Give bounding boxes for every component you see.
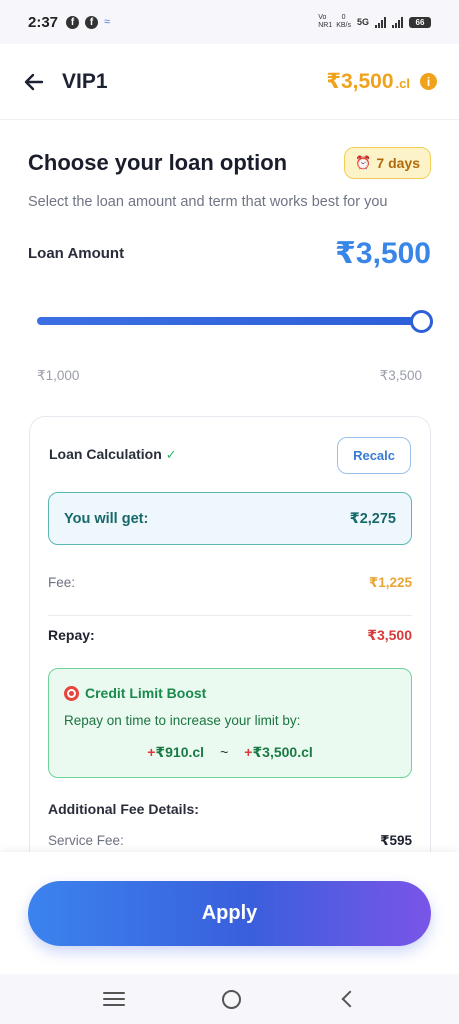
boost-range: +₹910.cl ~ +₹3,500.cl — [64, 744, 396, 761]
info-icon[interactable]: i — [420, 73, 437, 90]
data-rate-value: 0 — [341, 14, 346, 21]
balance-unit: .cl — [395, 76, 410, 91]
volte-label: Vo NR1 — [318, 14, 333, 29]
facebook-icon: f — [85, 15, 99, 29]
range-separator: ~ — [220, 744, 229, 760]
status-bar: 2:37 f f ≈ Vo NR1 0 KB/s 5G 66 — [0, 0, 459, 44]
system-nav-bar — [0, 974, 459, 1024]
page-title: VIP1 — [62, 69, 108, 93]
fee-value: ₹1,225 — [368, 575, 412, 590]
home-icon[interactable] — [221, 989, 241, 1009]
apply-button[interactable]: Apply — [28, 881, 431, 946]
message-icon: ≈ — [104, 16, 111, 28]
data-rate-unit: KB/s — [336, 22, 351, 29]
bottom-action-bar: Apply — [0, 852, 459, 974]
slider-max-label: ₹3,500 — [379, 368, 422, 383]
loan-calculation-card: Loan Calculation ✓ Recalc You will get: ₹… — [29, 416, 431, 852]
boost-text: Repay on time to increase your limit by: — [64, 713, 301, 728]
slider-track[interactable] — [37, 317, 421, 325]
loan-amount-row: Loan Amount ₹3,500 — [28, 236, 431, 271]
recent-apps-icon[interactable] — [103, 992, 126, 1006]
boost-title: Credit Limit Boost — [85, 685, 207, 701]
status-time: 2:37 — [28, 13, 59, 31]
service-fee-label: Service Fee: — [48, 833, 124, 848]
signal-icon — [392, 16, 403, 28]
back-arrow-icon[interactable] — [22, 70, 46, 94]
loan-amount-slider[interactable] — [37, 310, 433, 333]
repay-value: ₹3,500 — [367, 627, 412, 643]
loan-subtitle: Select the loan amount and term that wor… — [28, 194, 388, 210]
additional-fee-title: Additional Fee Details: — [48, 801, 199, 817]
repay-row: Repay: ₹3,500 — [48, 627, 412, 644]
network-label: 5G — [356, 17, 369, 27]
divider — [48, 615, 412, 616]
recalc-button[interactable]: Recalc — [337, 436, 411, 474]
boost-title-row: Credit Limit Boost — [64, 685, 396, 701]
term-badge[interactable]: ⏰ 7 days — [344, 147, 431, 179]
target-icon — [64, 685, 79, 701]
boost-range-min: ₹910.cl — [155, 744, 205, 760]
slider-min-label: ₹1,000 — [37, 368, 80, 383]
slider-range: ₹1,000 ₹3,500 — [37, 368, 422, 384]
you-will-get-box: You will get: ₹2,275 — [48, 492, 412, 545]
signal-icon — [375, 16, 386, 28]
checkmark-icon: ✓ — [165, 447, 177, 462]
battery-icon: 66 — [409, 16, 431, 28]
calc-card-header: Loan Calculation ✓ Recalc — [49, 436, 411, 474]
loan-option-title: Choose your loan option — [28, 150, 288, 175]
loan-amount-value: ₹3,500 — [335, 237, 431, 270]
calc-title: Loan Calculation — [49, 446, 162, 462]
calc-title-wrap: Loan Calculation ✓ — [49, 446, 177, 464]
you-will-get-label: You will get: — [64, 510, 149, 527]
slider-thumb[interactable] — [410, 310, 433, 333]
service-fee-value: ₹595 — [380, 833, 412, 848]
repay-label: Repay: — [48, 627, 95, 643]
main-content: Choose your loan option ⏰ 7 days Select … — [0, 120, 459, 852]
fee-label: Fee: — [48, 575, 76, 590]
balance-display: ₹3,500 .cl — [326, 69, 410, 94]
you-will-get-value: ₹2,275 — [349, 510, 396, 527]
status-indicators: Vo NR1 0 KB/s 5G 66 — [318, 14, 431, 30]
service-fee-row: Service Fee: ₹595 — [48, 833, 412, 849]
slider-fill — [37, 317, 421, 325]
alarm-clock-icon: ⏰ — [355, 155, 372, 170]
data-rate: 0 KB/s — [336, 14, 351, 30]
fee-row: Fee: ₹1,225 — [48, 575, 412, 591]
term-badge-label: 7 days — [376, 155, 420, 171]
balance-amount: ₹3,500 — [326, 70, 394, 93]
credit-limit-boost-box: Credit Limit Boost Repay on time to incr… — [48, 668, 412, 778]
nav-back-icon[interactable] — [341, 990, 359, 1008]
notification-icons: f f ≈ — [66, 15, 111, 29]
title-row: Choose your loan option ⏰ 7 days — [28, 147, 431, 179]
app-header: VIP1 ₹3,500 .cl i — [0, 44, 459, 120]
loan-amount-label: Loan Amount — [28, 245, 125, 262]
facebook-icon: f — [66, 15, 80, 29]
boost-range-max: ₹3,500.cl — [252, 744, 313, 760]
